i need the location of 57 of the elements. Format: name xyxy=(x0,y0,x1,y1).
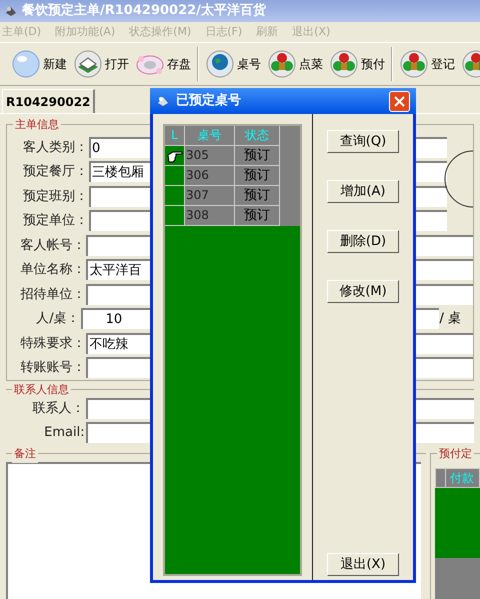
field-label: 招待单位： xyxy=(19,286,86,304)
group-title: 备注 xyxy=(12,446,38,462)
field-label: 单位名称： xyxy=(19,261,86,279)
dialog-button[interactable]: 修改(M) xyxy=(327,280,399,303)
window-title: 餐饮预定主单/R104290022/太平洋百货 xyxy=(22,2,266,20)
flower-icon xyxy=(267,49,297,79)
book-icon xyxy=(73,49,103,79)
row-indicator-cell[interactable] xyxy=(165,146,185,166)
field-label: 转账账号： xyxy=(19,359,86,377)
table-cell: 308 xyxy=(185,206,235,226)
row-indicator-cell[interactable] xyxy=(165,186,185,206)
table-cell: 预订 xyxy=(235,146,280,166)
row-indicator-cell[interactable] xyxy=(165,166,185,186)
table-cell: 306 xyxy=(185,166,235,186)
pointing-hand-icon xyxy=(166,148,182,162)
document-tab[interactable]: R104290022 xyxy=(2,89,96,113)
close-icon xyxy=(394,96,405,106)
dialog-button[interactable]: 增加(A) xyxy=(327,180,399,203)
field-label: 客人类别： xyxy=(22,138,89,156)
field-label: Email: xyxy=(43,424,86,442)
toolbar-button[interactable]: 新建 xyxy=(8,45,70,83)
close-button[interactable] xyxy=(389,90,410,112)
field-label: 预定餐厅： xyxy=(22,163,89,181)
table-body xyxy=(435,488,480,558)
row-indicator-cell[interactable] xyxy=(165,206,185,226)
column-header: 付款 xyxy=(449,470,474,487)
grid-filler xyxy=(280,206,300,226)
dialog-title: 已预定桌号 xyxy=(176,92,241,110)
field-suffix: / 桌 xyxy=(439,310,461,328)
toolbar-button[interactable]: 预付 xyxy=(326,45,388,83)
table-footer xyxy=(435,558,480,599)
globe-icon xyxy=(205,49,235,79)
toolbar-button[interactable]: 桌号 xyxy=(202,45,264,83)
dialog-button[interactable]: 删除(D) xyxy=(327,230,399,253)
field-label: 预定班别： xyxy=(22,188,89,206)
circle-outline-icon xyxy=(443,149,473,209)
table-cell: 预订 xyxy=(235,166,280,186)
toolbar-button[interactable]: 打开 xyxy=(70,45,132,83)
app-icon xyxy=(156,94,170,108)
field-label: 客人帐号： xyxy=(19,236,86,254)
toolbar-button[interactable]: 登记 xyxy=(396,45,458,83)
app-icon xyxy=(4,4,18,18)
field-label: 人/桌： xyxy=(35,310,81,328)
field-label: 特殊要求： xyxy=(19,334,86,352)
field-label: 预定单位： xyxy=(22,212,89,230)
bubble-icon xyxy=(11,49,41,79)
dialog-button[interactable]: 查询(Q) xyxy=(327,130,399,153)
table-cell: 预订 xyxy=(235,206,280,226)
table-cell: 预订 xyxy=(235,186,280,206)
table-cell: 305 xyxy=(185,146,235,166)
field-label: 联系人： xyxy=(32,400,86,418)
exit-button[interactable]: 退出(X) xyxy=(327,553,399,576)
table-cell: 307 xyxy=(185,186,235,206)
toolbar-button[interactable]: 点菜 xyxy=(264,45,326,83)
flower-icon xyxy=(329,49,359,79)
toolbar-button[interactable]: 存盘 xyxy=(132,45,194,83)
flower-icon xyxy=(399,49,429,79)
